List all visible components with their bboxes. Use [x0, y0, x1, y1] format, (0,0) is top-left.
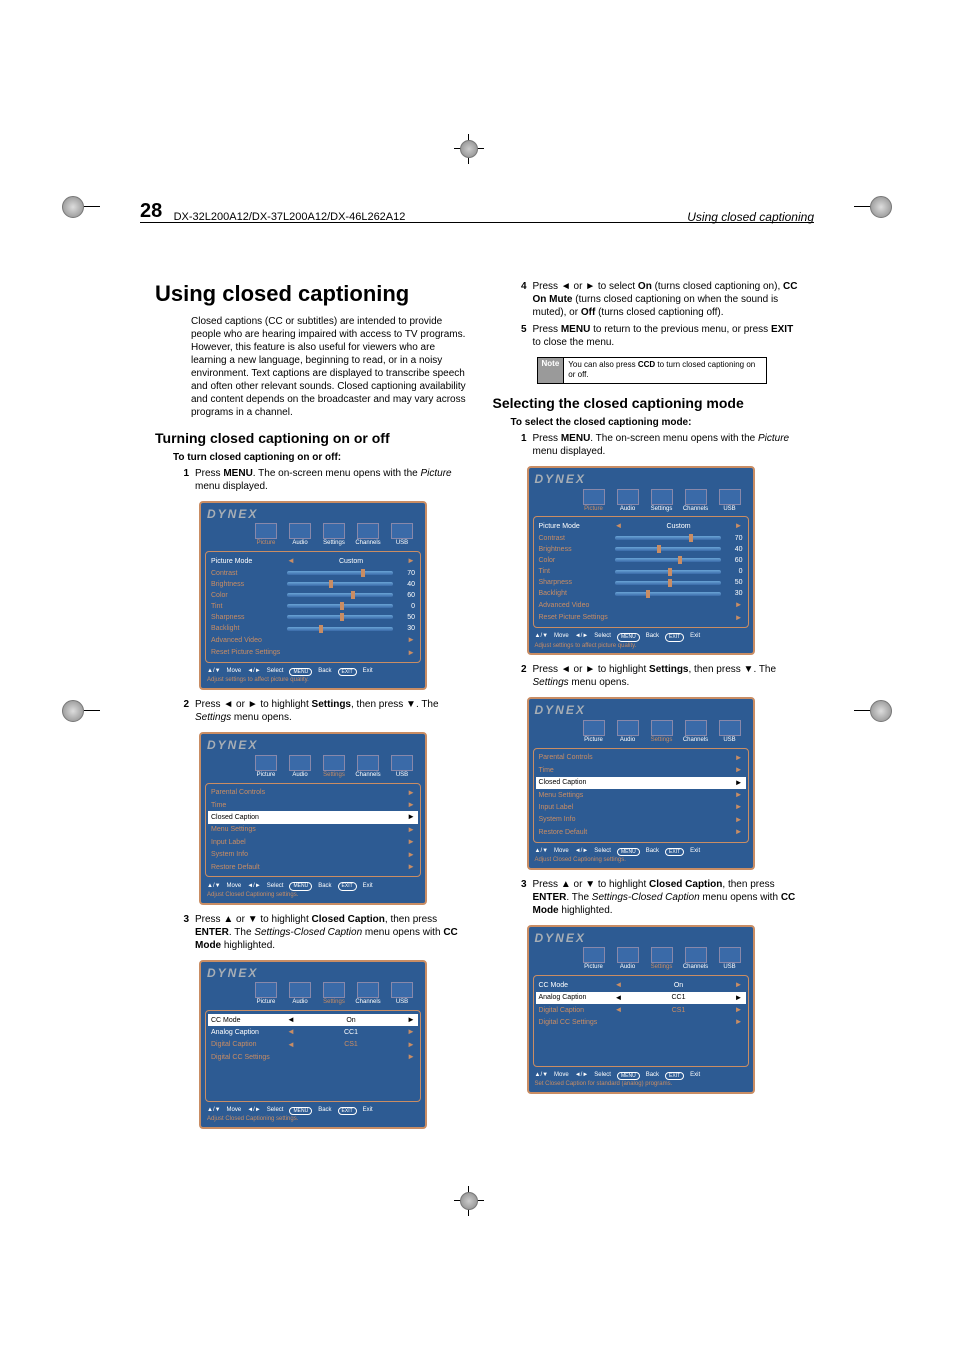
usb-icon: [391, 523, 413, 539]
note-header: Note: [538, 358, 565, 383]
osd-settings-menu: DYNEX Picture Audio Settings Channels US…: [199, 732, 427, 904]
osd-hint: Adjust Closed Captioning settings.: [201, 892, 425, 903]
osd-tab-channels: Channels: [351, 755, 385, 780]
osd-tab-settings: Settings: [317, 982, 351, 1007]
osd-tab-audio: Audio: [283, 755, 317, 780]
page-section-title: Using closed captioning: [687, 200, 814, 224]
registration-mark-icon: [456, 1188, 482, 1214]
osd-footer: ▲/▼Move◄/►SelectMENUBackEXITExit: [201, 666, 425, 678]
osd-row: Brightness40: [211, 579, 415, 590]
heading-sub-selecting: Selecting the closed captioning mode: [493, 394, 805, 412]
osd-row: Digital Caption◄CS1►: [211, 1039, 415, 1051]
osd-picture-menu: DYNEX Picture Audio Settings Channels US…: [199, 501, 427, 690]
osd-tab-settings: Settings: [317, 523, 351, 548]
osd-hint: Adjust settings to affect picture qualit…: [201, 677, 425, 688]
registration-side-icon: [62, 196, 84, 218]
osd-tab-picture: Picture: [249, 523, 283, 548]
step: 2 Press ◄ or ► to highlight Settings, th…: [515, 663, 805, 689]
osd-row: Time►: [211, 799, 415, 811]
step: 3 Press ▲ or ▼ to highlight Closed Capti…: [177, 913, 467, 952]
osd-row: Digital CC Settings►: [211, 1051, 415, 1063]
osd-row: Restore Default►: [211, 861, 415, 873]
osd-tab-usb: USB: [385, 523, 419, 548]
osd-tab-usb: USB: [385, 982, 419, 1007]
right-arrow-icon: ►: [407, 635, 415, 645]
osd-row: Picture Mode◄Custom►: [211, 555, 415, 567]
step: 2 Press ◄ or ► to highlight Settings, th…: [177, 698, 467, 724]
osd-row: Advanced Video►: [211, 634, 415, 646]
osd-footer: ▲/▼Move◄/►SelectMENUBackEXITExit: [201, 1105, 425, 1117]
osd-hint: Adjust Closed Captioning settings.: [201, 1116, 425, 1127]
osd-row: Reset Picture Settings►: [211, 647, 415, 659]
procedure-title: To select the closed captioning mode:: [493, 416, 805, 429]
osd-tab-picture: Picture: [249, 755, 283, 780]
registration-side-icon: [870, 196, 892, 218]
step: 5 Press MENU to return to the previous m…: [515, 323, 805, 349]
osd-row: CC Mode◄On►: [208, 1014, 418, 1026]
osd-settings-menu: DYNEX Picture Audio Settings Channels US…: [527, 697, 755, 869]
audio-icon: [289, 523, 311, 539]
osd-footer: ▲/▼Move◄/►SelectMENUBackEXITExit: [201, 880, 425, 892]
osd-cc-menu: DYNEX Picture Audio Settings Channels US…: [527, 925, 755, 1094]
registration-mark-icon: [456, 136, 482, 162]
settings-icon: [323, 523, 345, 539]
osd-row: Sharpness50: [211, 612, 415, 623]
osd-row: Input Label►: [211, 836, 415, 848]
osd-tab-usb: USB: [385, 755, 419, 780]
right-arrow-icon: ►: [407, 648, 415, 658]
osd-tab-picture: Picture: [249, 982, 283, 1007]
channels-icon: [357, 523, 379, 539]
osd-cc-menu: DYNEX Picture Audio Settings Channels US…: [199, 960, 427, 1129]
osd-tab-audio: Audio: [283, 523, 317, 548]
heading-sub-turning: Turning closed captioning on or off: [155, 429, 467, 447]
osd-row: Menu Settings►: [211, 824, 415, 836]
osd-row: Color60: [211, 590, 415, 601]
left-arrow-icon: ◄: [287, 556, 295, 566]
heading-main: Using closed captioning: [155, 280, 467, 309]
osd-row: Analog Caption◄CC1►: [211, 1026, 415, 1038]
osd-row: Closed Caption►: [208, 811, 418, 823]
osd-row: Tint0: [211, 601, 415, 612]
osd-row: Contrast70: [211, 568, 415, 579]
note-box: Note You can also press CCD to turn clos…: [537, 357, 767, 384]
registration-side-icon: [870, 700, 892, 722]
note-body: You can also press CCD to turn closed ca…: [564, 358, 765, 383]
procedure-title: To turn closed captioning on or off:: [155, 451, 467, 464]
brand-logo: DYNEX: [207, 507, 258, 523]
header-rule: [140, 222, 814, 223]
step: 1 Press MENU. The on-screen menu opens w…: [177, 467, 467, 493]
osd-row: Parental Controls►: [211, 787, 415, 799]
osd-tab-channels: Channels: [351, 982, 385, 1007]
right-arrow-icon: ►: [407, 556, 415, 566]
brand-logo: DYNEX: [207, 738, 258, 754]
step: 3 Press ▲ or ▼ to highlight Closed Capti…: [515, 878, 805, 917]
brand-logo: DYNEX: [207, 966, 258, 982]
intro-paragraph: Closed captions (CC or subtitles) are in…: [155, 315, 467, 419]
page-number: 28: [140, 200, 162, 222]
step: 1 Press MENU. The on-screen menu opens w…: [515, 432, 805, 458]
osd-picture-menu: DYNEX Picture Audio Settings Channels US…: [527, 466, 755, 655]
osd-tab-audio: Audio: [283, 982, 317, 1007]
osd-tab-channels: Channels: [351, 523, 385, 548]
step: 4 Press ◄ or ► to select On (turns close…: [515, 280, 805, 319]
osd-row: Backlight30: [211, 623, 415, 634]
osd-tab-settings: Settings: [317, 755, 351, 780]
picture-icon: [255, 523, 277, 539]
osd-row: System Info►: [211, 849, 415, 861]
registration-side-icon: [62, 700, 84, 722]
